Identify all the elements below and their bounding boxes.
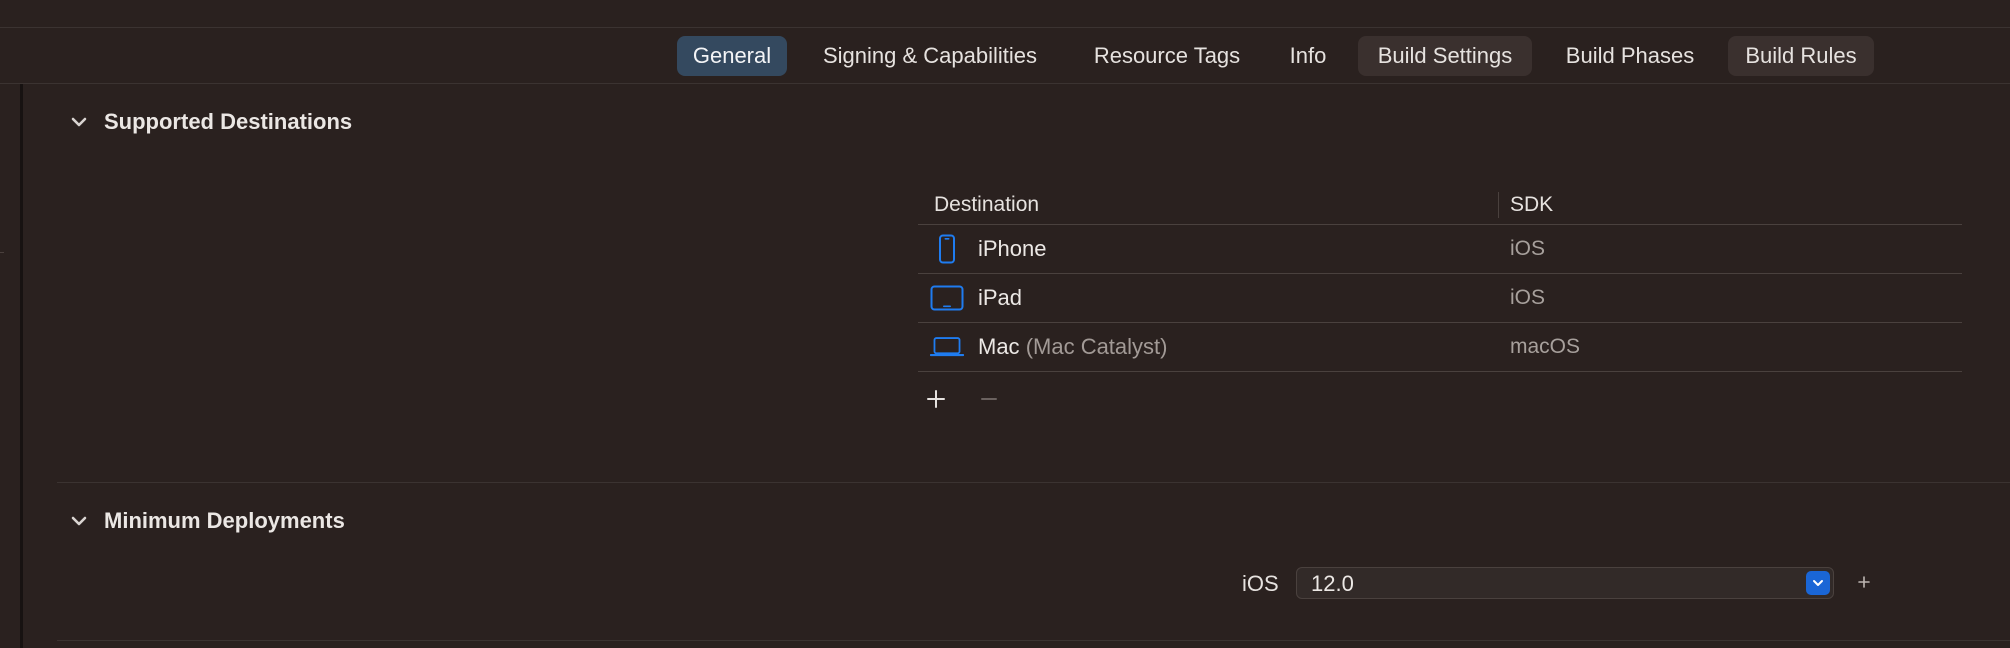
- table-header: Destination SDK: [918, 186, 1962, 225]
- tab-build-rules[interactable]: Build Rules: [1728, 36, 1874, 76]
- tab-info[interactable]: Info: [1278, 36, 1338, 76]
- chevron-down-icon[interactable]: [68, 111, 90, 133]
- sdk-value: macOS: [1510, 335, 1581, 358]
- tab-resource-tags[interactable]: Resource Tags: [1080, 36, 1254, 76]
- column-header-sdk[interactable]: SDK: [1510, 186, 1553, 224]
- table-row[interactable]: iPad iOS: [918, 274, 1962, 323]
- editor-tab-bar: General Signing & Capabilities Resource …: [0, 28, 2010, 84]
- section-title: Supported Destinations: [104, 109, 353, 134]
- deployment-version-value: 12.0: [1311, 571, 1354, 596]
- chevron-down-icon[interactable]: [68, 510, 90, 532]
- left-pane-edge[interactable]: [20, 84, 23, 648]
- section-divider: [57, 640, 2010, 641]
- column-separator[interactable]: [1498, 192, 1499, 218]
- tab-general[interactable]: General: [677, 36, 787, 76]
- deployment-platform-label: iOS: [1242, 571, 1279, 596]
- section-divider: [57, 482, 2010, 483]
- tab-build-settings[interactable]: Build Settings: [1358, 36, 1532, 76]
- window-top-strip: [0, 0, 2010, 28]
- left-edge-marker: [0, 252, 4, 253]
- iphone-icon: [930, 234, 964, 264]
- table-actions: [918, 372, 1962, 428]
- destination-name: iPad: [978, 285, 1023, 310]
- table-row[interactable]: iPhone iOS: [918, 225, 1962, 274]
- table-row[interactable]: Mac (Mac Catalyst) macOS: [918, 323, 1962, 372]
- sdk-value: iOS: [1510, 286, 1546, 309]
- remove-destination-button[interactable]: [976, 386, 1002, 412]
- section-header-minimum-deployments[interactable]: Minimum Deployments: [68, 505, 345, 537]
- destination-name-subtitle: (Mac Catalyst): [1025, 334, 1168, 359]
- tab-build-phases[interactable]: Build Phases: [1550, 36, 1710, 76]
- section-header-supported-destinations[interactable]: Supported Destinations: [68, 106, 352, 138]
- column-header-destination[interactable]: Destination: [934, 186, 1039, 224]
- sdk-value: iOS: [1510, 237, 1546, 260]
- chevron-down-icon[interactable]: [1806, 571, 1830, 595]
- add-destination-button[interactable]: [923, 386, 949, 412]
- tab-signing-capabilities[interactable]: Signing & Capabilities: [806, 36, 1054, 76]
- destination-name: iPhone: [978, 236, 1047, 261]
- section-title: Minimum Deployments: [104, 508, 345, 533]
- ipad-icon: [930, 284, 964, 312]
- ios-deployment-target-select[interactable]: 12.0: [1296, 567, 1834, 599]
- laptop-icon: [930, 333, 964, 361]
- destination-name: Mac (Mac Catalyst): [978, 323, 1167, 371]
- destination-name-main: Mac: [978, 334, 1020, 359]
- destinations-table: Destination SDK iPhone iOS iPad iOS Mac …: [918, 186, 1962, 428]
- add-deployment-button[interactable]: [1856, 572, 1872, 592]
